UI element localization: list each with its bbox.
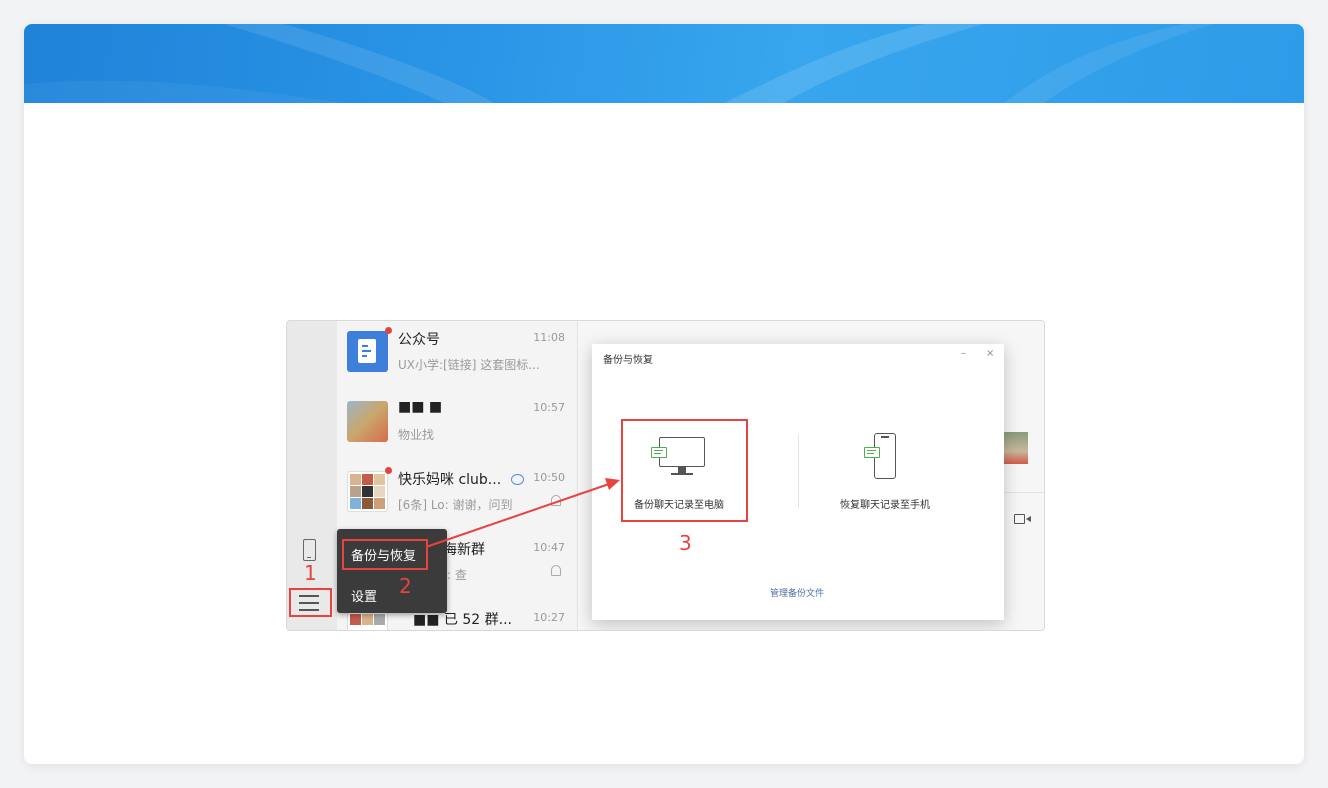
header-banner [24,24,1304,103]
wechat-screenshot: 公众号 11:08 UX小学:[链接] 这套图标... ■■ ■ 10:57 物… [286,320,1045,631]
content-card: 公众号 11:08 UX小学:[链接] 这套图标... ■■ ■ 10:57 物… [24,24,1304,764]
annotation-arrow [425,478,620,548]
